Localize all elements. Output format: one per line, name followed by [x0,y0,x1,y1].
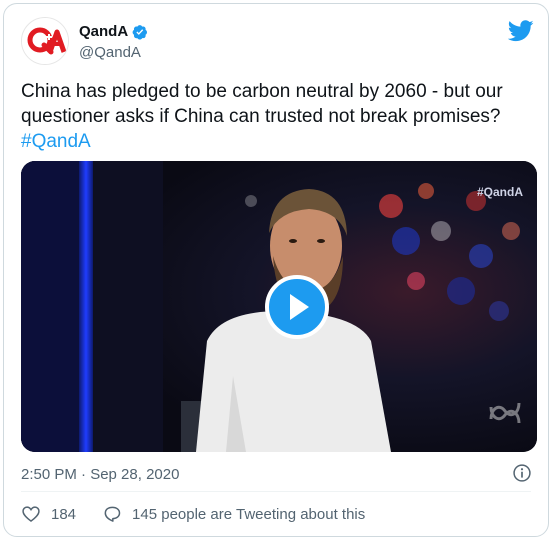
like-count: 184 [51,505,77,523]
twitter-bird-icon[interactable] [508,20,534,42]
reply-bubble-icon [104,506,121,522]
author-display-name[interactable]: QandA [79,23,128,40]
divider [21,491,531,492]
conversation-text: 145 people are Tweeting about this [132,505,366,523]
conversation-link[interactable]: 145 people are Tweeting about this [102,504,365,524]
tweet-actions: 184 145 people are Tweeting about this [21,504,365,524]
qanda-logo-avatar[interactable] [21,17,69,65]
video-hashtag-overlay: #QandA [476,185,523,199]
play-button[interactable] [265,275,329,339]
tweet-card[interactable]: QandA @QandA China has pledged to be car… [3,3,549,537]
video-player[interactable]: #QandA [21,161,537,452]
like-button[interactable]: 184 [21,504,76,524]
author-name-row[interactable]: QandA [79,23,148,40]
verified-badge-icon [132,24,148,40]
tweet-text: China has pledged to be carbon neutral b… [21,79,533,154]
heart-icon [22,506,40,523]
tweet-timestamp[interactable]: 2:50 PM · Sep 28, 2020 [21,466,179,483]
qanda-logo-icon [22,18,68,64]
hashtag-link[interactable]: #QandA [21,131,91,152]
tweet-body: China has pledged to be carbon neutral b… [21,81,503,127]
info-icon[interactable] [512,463,532,483]
play-icon [290,294,309,320]
author-handle[interactable]: @QandA [79,44,141,61]
